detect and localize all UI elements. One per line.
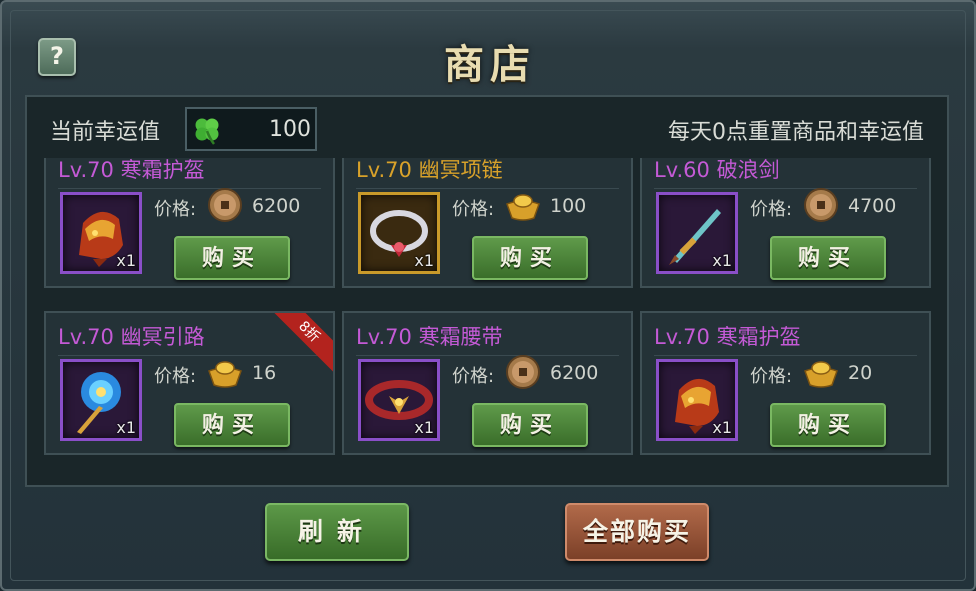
- buy-button[interactable]: 购买: [770, 403, 886, 447]
- shop-item-card: Lv.70 寒霜腰带 x1 价格: 6200 购买: [342, 311, 633, 455]
- buy-button[interactable]: 购买: [472, 403, 588, 447]
- copper-coin-icon: [506, 355, 540, 389]
- item-slot[interactable]: x1: [358, 192, 440, 274]
- item-slot[interactable]: x1: [656, 192, 738, 274]
- copper-coin-icon: [804, 188, 838, 222]
- item-slot[interactable]: x1: [60, 192, 142, 274]
- item-slot[interactable]: x1: [656, 359, 738, 441]
- buy-button[interactable]: 购买: [174, 236, 290, 280]
- price-label: 价格:: [452, 366, 495, 387]
- item-quantity: x1: [414, 251, 434, 270]
- gold-ingot-icon: [208, 361, 242, 388]
- gold-ingot-icon: [804, 361, 838, 388]
- luck-label: 当前幸运值: [50, 120, 161, 145]
- item-quantity: x1: [712, 251, 732, 270]
- item-quantity: x1: [414, 418, 434, 437]
- luck-value-box: 100: [185, 107, 317, 151]
- item-title: Lv.70 幽冥项链: [356, 158, 503, 182]
- reset-note: 每天0点重置商品和幸运值: [668, 120, 924, 145]
- shop-item-card: Lv.70 幽冥引路 x1 价格: 16 购买 8折: [44, 311, 335, 455]
- item-price: 20: [848, 362, 873, 384]
- price-label: 价格:: [154, 199, 197, 220]
- luck-value: 100: [269, 117, 311, 142]
- discount-ribbon: 8折: [265, 313, 333, 376]
- item-price: 4700: [848, 195, 897, 217]
- item-price: 16: [252, 362, 277, 384]
- shop-item-card: Lv.70 寒霜护盔 x1 价格: 20 购买: [640, 311, 931, 455]
- gold-ingot-icon: [506, 194, 540, 221]
- item-title: Lv.70 寒霜护盔: [654, 325, 801, 349]
- price-label: 价格:: [750, 366, 793, 387]
- price-label: 价格:: [750, 199, 793, 220]
- shop-title: 商店: [444, 41, 536, 88]
- shop-item-card: Lv.60 破浪剑 x1 价格: 4700 购买: [640, 158, 931, 288]
- item-quantity: x1: [116, 418, 136, 437]
- item-title: Lv.70 幽冥引路: [58, 325, 205, 349]
- item-price: 100: [550, 195, 587, 217]
- item-title: Lv.70 寒霜护盔: [58, 158, 205, 182]
- item-slot[interactable]: x1: [60, 359, 142, 441]
- item-slot[interactable]: x1: [358, 359, 440, 441]
- buy-button[interactable]: 购买: [174, 403, 290, 447]
- item-price: 6200: [550, 362, 599, 384]
- buy-button[interactable]: 购买: [472, 236, 588, 280]
- copper-coin-icon: [208, 188, 242, 222]
- item-quantity: x1: [712, 418, 732, 437]
- item-quantity: x1: [116, 251, 136, 270]
- item-grid: Lv.70 寒霜护盔 x1 价格: 6200 购买 Lv.70 幽冥项链 x1 …: [44, 158, 932, 476]
- item-title: Lv.70 寒霜腰带: [356, 325, 503, 349]
- item-price: 6200: [252, 195, 301, 217]
- price-label: 价格:: [452, 199, 495, 220]
- item-title: Lv.60 破浪剑: [654, 158, 780, 182]
- buy-button[interactable]: 购买: [770, 236, 886, 280]
- shop-item-card: Lv.70 幽冥项链 x1 价格: 100 购买: [342, 158, 633, 288]
- shop-item-card: Lv.70 寒霜护盔 x1 价格: 6200 购买: [44, 158, 335, 288]
- buy-all-button[interactable]: 全部购买: [565, 503, 709, 561]
- price-label: 价格:: [154, 366, 197, 387]
- refresh-button[interactable]: 刷新: [265, 503, 409, 561]
- clover-icon: [195, 118, 219, 145]
